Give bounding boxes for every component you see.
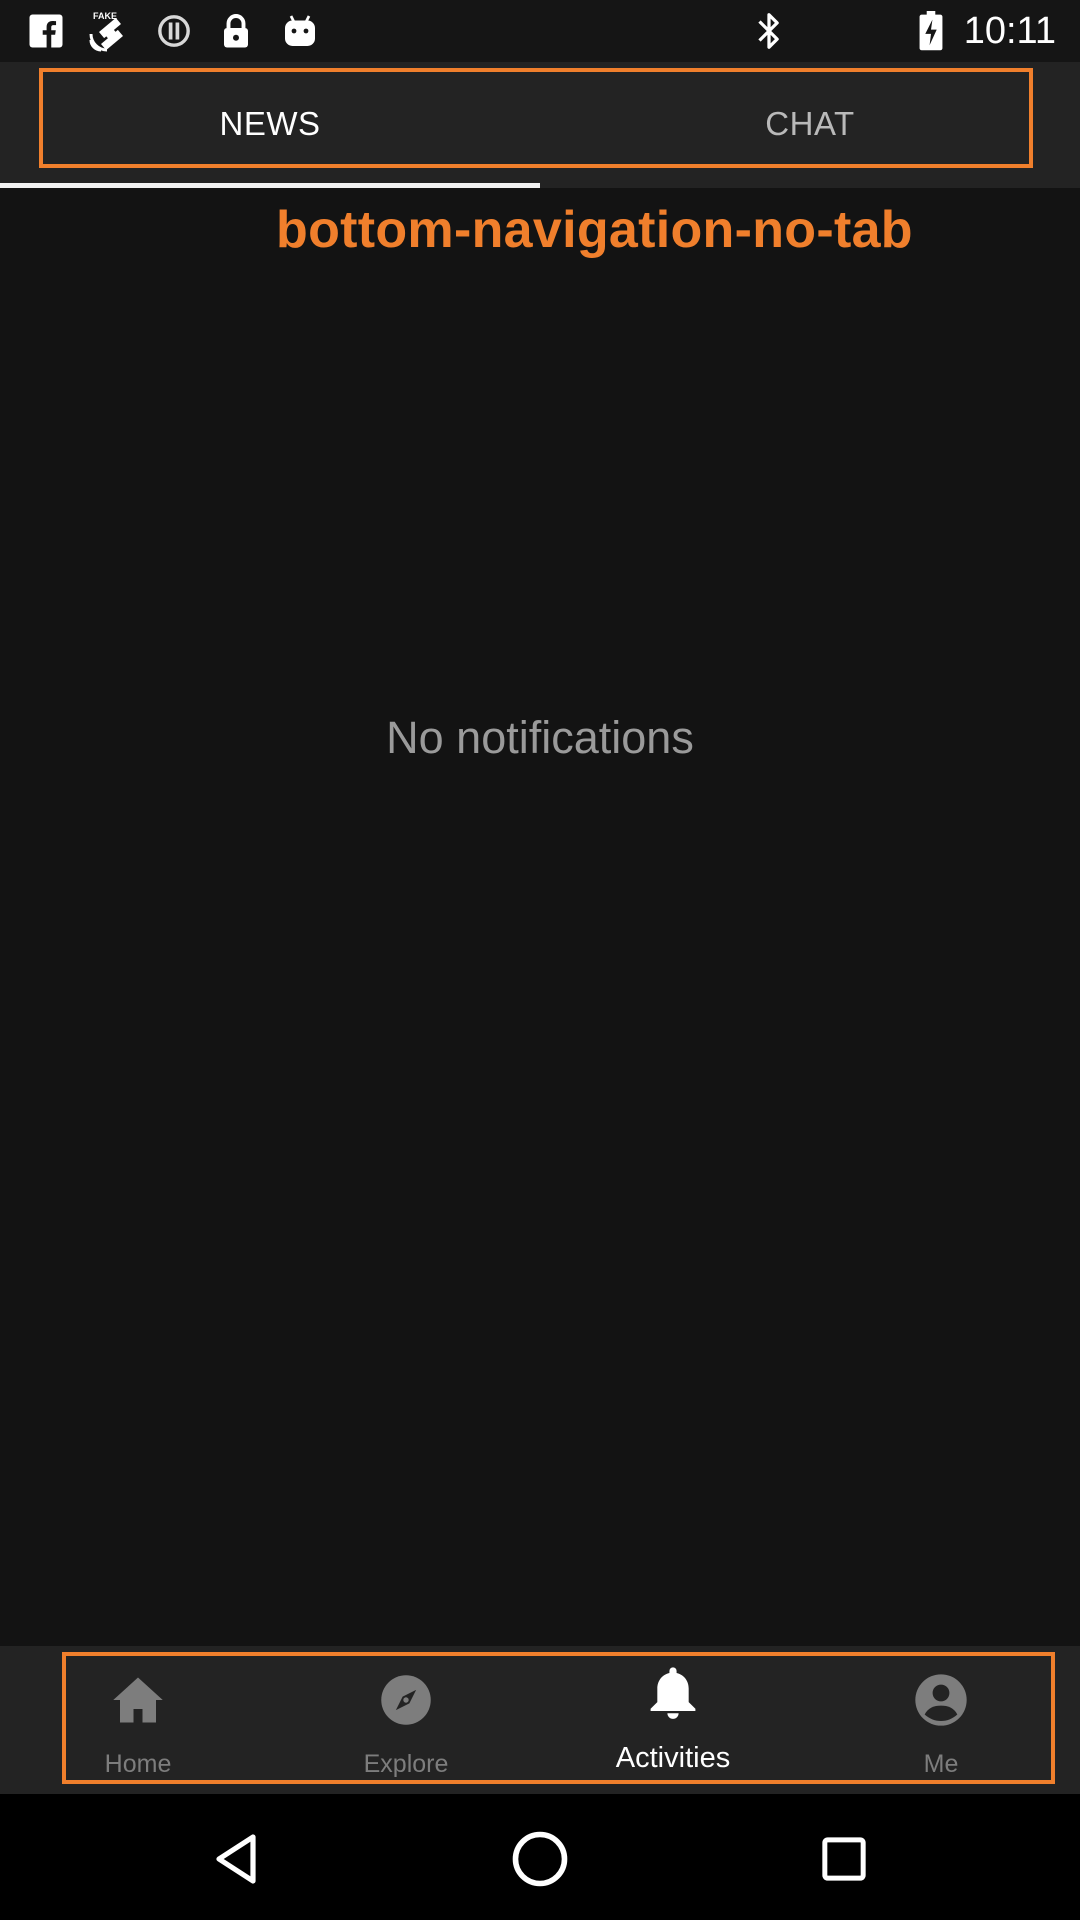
lock-icon [216,11,256,51]
info-circle-icon [154,11,194,51]
android-icon [278,11,322,51]
status-time: 10:11 [963,10,1056,52]
nav-item-me[interactable]: Me [807,1646,1075,1794]
screen: FAKE 10:11 NEWS CHAT bottom-navigation-n… [0,0,1080,1920]
tab-selected-indicator [0,183,540,188]
back-icon[interactable] [202,1824,272,1894]
top-tab-bar: NEWS CHAT [0,62,1080,188]
nav-item-activities[interactable]: Activities [539,1646,807,1794]
compass-icon [272,1670,540,1730]
nav-item-home[interactable]: Home [4,1646,272,1794]
tab-chat[interactable]: CHAT [540,62,1080,186]
battery-charging-icon [916,11,946,51]
nav-label-explore: Explore [363,1750,449,1778]
nav-label-home: Home [104,1750,172,1778]
recents-icon[interactable] [809,1824,879,1894]
home-icon [4,1670,272,1730]
home-circle-icon[interactable] [505,1824,575,1894]
facebook-icon [26,11,66,51]
empty-state-message: No notifications [386,712,694,763]
account-circle-icon [807,1670,1075,1730]
system-navigation-bar [0,1794,1080,1920]
bell-icon [539,1662,807,1722]
nav-item-explore[interactable]: Explore [272,1646,540,1794]
nav-label-me: Me [923,1750,959,1778]
bottom-navigation: Home Explore Activities Me [0,1646,1080,1794]
status-bar: FAKE 10:11 [0,0,1080,62]
fake-gps-satellite-icon: FAKE [86,11,134,52]
bluetooth-icon [752,11,786,51]
annotation-label: bottom-navigation-no-tab [276,201,913,259]
tab-news[interactable]: NEWS [0,62,540,186]
nav-label-activities: Activities [615,1742,731,1774]
svg-text:FAKE: FAKE [93,11,117,21]
